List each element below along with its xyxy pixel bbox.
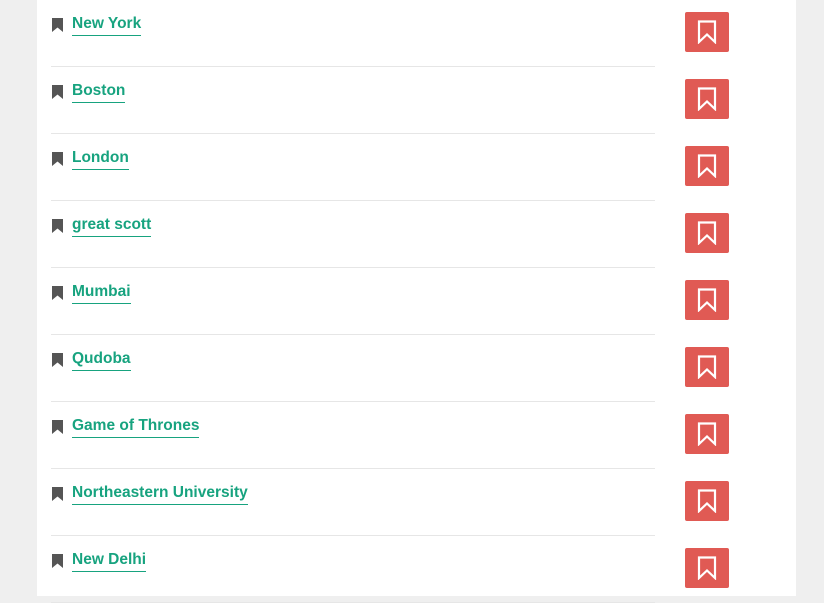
- list-item: New Delhi: [51, 536, 766, 603]
- bookmark-icon: [52, 353, 63, 367]
- bookmark-icon: [52, 152, 63, 166]
- list-item: New York: [51, 0, 766, 67]
- remove-bookmark-button[interactable]: [685, 12, 729, 52]
- remove-bookmark-button[interactable]: [685, 213, 729, 253]
- remove-bookmark-button[interactable]: [685, 481, 729, 521]
- list-item-content: New York: [51, 0, 655, 67]
- bookmark-link[interactable]: great scott: [72, 216, 152, 237]
- bookmark-outline-icon: [697, 221, 717, 245]
- remove-bookmark-button[interactable]: [685, 146, 729, 186]
- remove-bookmark-button[interactable]: [685, 548, 729, 588]
- bookmark-link[interactable]: New York: [72, 15, 142, 36]
- list-item-content: Mumbai: [51, 268, 655, 335]
- bookmark-outline-icon: [697, 489, 717, 513]
- list-item-content: Qudoba: [51, 335, 655, 402]
- bookmark-link[interactable]: Qudoba: [72, 350, 131, 371]
- remove-bookmark-button[interactable]: [685, 347, 729, 387]
- bookmark-link[interactable]: Mumbai: [72, 283, 131, 304]
- bookmark-outline-icon: [697, 556, 717, 580]
- list-item: Northeastern University: [51, 469, 766, 536]
- list-item: London: [51, 134, 766, 201]
- bookmark-outline-icon: [697, 20, 717, 44]
- list-item-content: New Delhi: [51, 536, 655, 603]
- bookmark-outline-icon: [697, 154, 717, 178]
- bookmarks-panel: New York Boston London great scott Mumba…: [37, 0, 796, 603]
- bookmark-icon: [52, 286, 63, 300]
- bookmark-icon: [52, 487, 63, 501]
- remove-bookmark-button[interactable]: [685, 79, 729, 119]
- bookmark-outline-icon: [697, 355, 717, 379]
- remove-bookmark-button[interactable]: [685, 414, 729, 454]
- bookmark-link[interactable]: New Delhi: [72, 551, 147, 572]
- list-item-content: London: [51, 134, 655, 201]
- bookmark-icon: [52, 85, 63, 99]
- bookmark-link[interactable]: London: [72, 149, 129, 170]
- list-item: great scott: [51, 201, 766, 268]
- list-item-content: Boston: [51, 67, 655, 134]
- bookmark-icon: [52, 420, 63, 434]
- bookmark-icon: [52, 554, 63, 568]
- bookmark-link[interactable]: Boston: [72, 82, 126, 103]
- list-item-content: Game of Thrones: [51, 402, 655, 469]
- list-item: Mumbai: [51, 268, 766, 335]
- list-item: Boston: [51, 67, 766, 134]
- list-item: Game of Thrones: [51, 402, 766, 469]
- bookmark-outline-icon: [697, 422, 717, 446]
- bookmark-outline-icon: [697, 87, 717, 111]
- list-item-content: great scott: [51, 201, 655, 268]
- bookmark-link[interactable]: Northeastern University: [72, 484, 248, 505]
- bookmark-list: New York Boston London great scott Mumba…: [51, 0, 766, 603]
- list-item: Qudoba: [51, 335, 766, 402]
- bookmark-outline-icon: [697, 288, 717, 312]
- list-item-content: Northeastern University: [51, 469, 655, 536]
- bookmark-icon: [52, 219, 63, 233]
- bookmark-link[interactable]: Game of Thrones: [72, 417, 200, 438]
- bookmark-icon: [52, 18, 63, 32]
- remove-bookmark-button[interactable]: [685, 280, 729, 320]
